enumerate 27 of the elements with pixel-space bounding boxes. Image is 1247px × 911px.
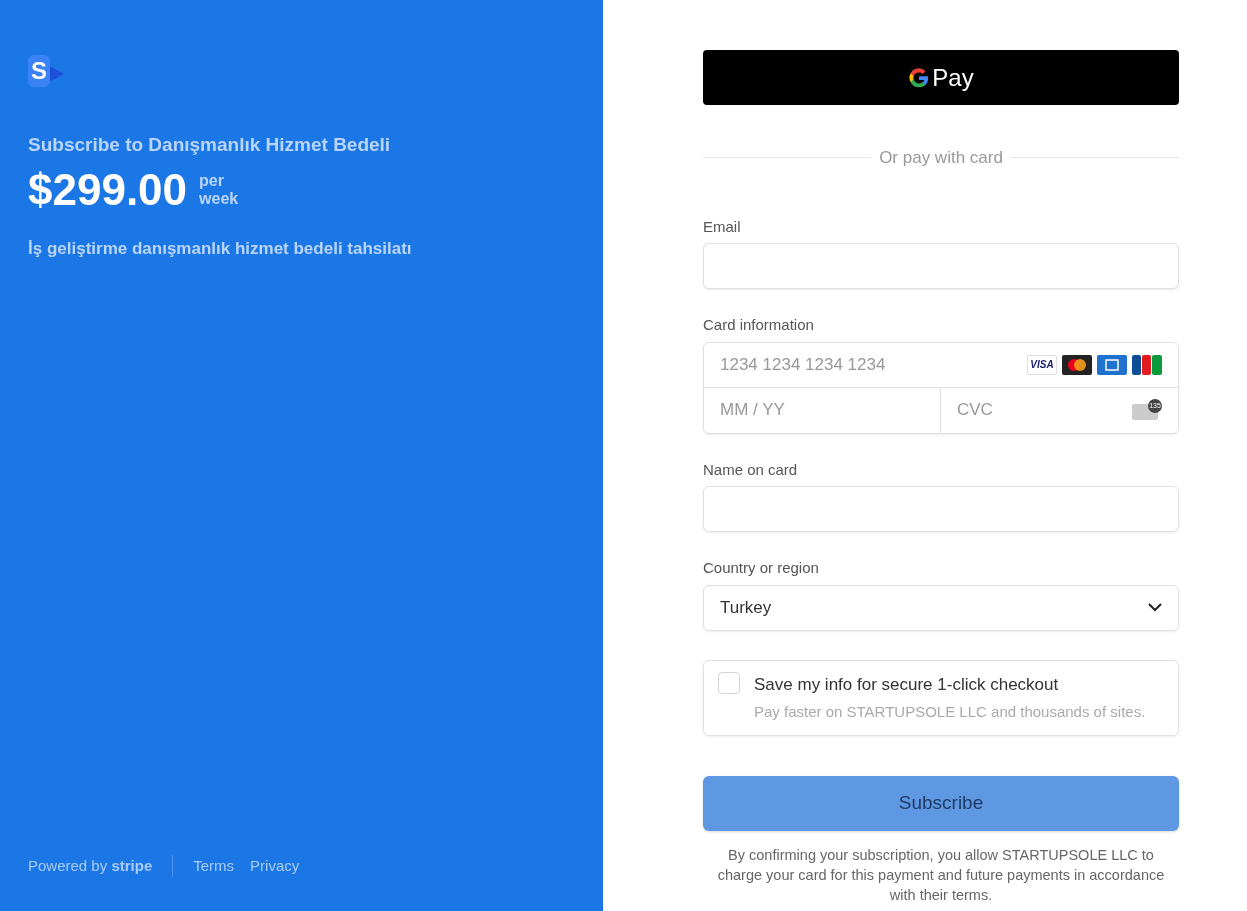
google-g-icon: [908, 66, 931, 89]
powered-by-text: Powered by stripe: [28, 855, 153, 876]
expiry-field[interactable]: MM / YY: [704, 387, 941, 433]
visa-logo: VISA: [1027, 354, 1057, 375]
country-select[interactable]: Turkey: [703, 584, 1179, 631]
chevron-down-icon: [1148, 603, 1162, 612]
logo-letter: S: [28, 55, 50, 87]
product-description: İş geliştirme danışmanlık hizmet bedeli tahsilatı: [28, 237, 413, 260]
field-label: Name on card: [703, 459, 799, 480]
field-label: Card information: [703, 315, 815, 335]
name-field[interactable]: [703, 486, 1179, 532]
save-info-checkbox[interactable]: [718, 671, 740, 694]
save-info-title: Save my info for secure 1-click checkout: [754, 673, 1060, 696]
card-number-field[interactable]: 1234 1234 1234 1234: [704, 342, 1027, 387]
field-label: Country or region: [703, 558, 820, 578]
divider-text: Or pay with card: [878, 147, 1004, 169]
price: $299.00: [28, 163, 188, 216]
period-text: week: [199, 189, 239, 208]
mastercard-logo: [1062, 354, 1092, 375]
product-title: Subscribe to Danışmanlık Hizmet Bedeli: [28, 133, 392, 157]
cvc-field[interactable]: CVC: [941, 387, 1132, 433]
google-pay-button[interactable]: Pay: [703, 50, 1179, 105]
legal-text: By confirming your subscription, you allow STARTUPSOLE LLC to charge your card for this payment and future payments in accordance with their terms.: [716, 845, 1166, 905]
field-label: Email: [703, 216, 742, 237]
save-info-subtitle: Pay faster on STARTUPSOLE LLC and thousands of sites.: [754, 702, 1146, 722]
period-text: per: [199, 171, 225, 190]
email-field[interactable]: [703, 243, 1179, 289]
